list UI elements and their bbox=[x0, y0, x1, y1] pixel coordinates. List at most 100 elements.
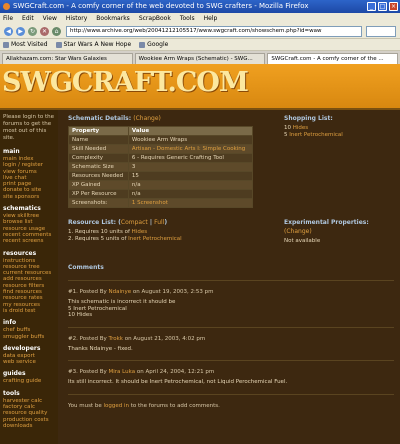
sidebar-heading: info bbox=[3, 319, 17, 327]
sidebar-link[interactable]: downloads bbox=[3, 423, 55, 429]
shopping-item: 10 Hides bbox=[284, 125, 309, 131]
menu-help[interactable]: Help bbox=[204, 13, 218, 24]
resource-link[interactable]: Inert Petrochemical bbox=[289, 132, 343, 138]
property-value: n/a bbox=[127, 189, 254, 199]
shopping-list: Shopping List: 10 Hides 5 Inert Petrochem… bbox=[284, 114, 394, 208]
schematic-change-link[interactable]: (Change) bbox=[133, 115, 161, 122]
login-prompt: Please login to the forums to get the mo… bbox=[3, 114, 55, 141]
reload-icon[interactable]: ↻ bbox=[28, 27, 37, 36]
sidebar-heading: schematics bbox=[3, 205, 41, 213]
bookmark-label: Star Wars A New Hope bbox=[63, 40, 132, 48]
bookmark-item[interactable]: Most Visited bbox=[3, 39, 48, 50]
comment-author-link[interactable]: Ndainye bbox=[109, 289, 132, 295]
sidebar-link[interactable]: is droid test bbox=[3, 308, 55, 314]
login-link[interactable]: logged in bbox=[103, 403, 129, 409]
browser-tab[interactable]: Wookiee Arm Wraps (Schematic) - SWG... bbox=[134, 53, 266, 64]
sidebar: Please login to the forums to get the mo… bbox=[0, 110, 58, 444]
site-banner: SWGCRAFT.COM bbox=[0, 64, 400, 108]
comment-divider bbox=[68, 326, 394, 328]
property-name: Name bbox=[68, 135, 129, 145]
minimize-button[interactable]: _ bbox=[367, 2, 376, 11]
property-name: Schematic Size bbox=[68, 162, 129, 172]
sidebar-link[interactable]: smuggler buffs bbox=[3, 334, 55, 340]
sidebar-heading: tools bbox=[3, 389, 20, 397]
comment: #1. Posted By Ndainye on August 19, 2003… bbox=[68, 289, 394, 328]
comment-body: This schematic is incorrect it should be… bbox=[68, 299, 394, 319]
comment-body: Its still incorrect. It should be Inert … bbox=[68, 379, 394, 386]
experimental-title: Experimental Properties: bbox=[284, 219, 369, 226]
experimental-properties: Experimental Properties: (Change) Not av… bbox=[284, 218, 394, 245]
sidebar-link[interactable]: web service bbox=[3, 359, 55, 365]
menu-history[interactable]: History bbox=[66, 13, 87, 24]
properties-table: Property Value Name Wookiee Arm Wraps Skill… bbox=[68, 126, 254, 208]
search-box[interactable] bbox=[366, 26, 396, 37]
bookmark-label: Most Visited bbox=[11, 40, 48, 48]
property-value: 6 - Requires Generic Crafting Tool bbox=[127, 153, 254, 163]
comments-title: Comments bbox=[68, 264, 104, 271]
property-name: Complexity bbox=[68, 153, 129, 163]
browser-tab[interactable]: SWGCraft.com - A comfy corner of the ... bbox=[267, 53, 399, 64]
bookmark-label: Google bbox=[147, 40, 169, 48]
table-row: Screenshots: 1 Screenshot bbox=[68, 198, 254, 208]
property-value: 15 bbox=[127, 171, 254, 181]
menu-view[interactable]: View bbox=[43, 13, 57, 24]
home-icon[interactable]: ⌂ bbox=[52, 27, 61, 36]
comment-line: Its still incorrect. It should be Inert … bbox=[68, 379, 288, 385]
table-row: Schematic Size 3 bbox=[68, 162, 254, 172]
compact-link[interactable]: Compact bbox=[121, 219, 148, 226]
add-comment-prompt: You must be logged in to the forums to a… bbox=[68, 402, 220, 409]
property-value: n/a bbox=[127, 180, 254, 190]
property-name: Skill Needed bbox=[68, 144, 129, 154]
experimental-change-link[interactable]: (Change) bbox=[284, 228, 312, 235]
maximize-button[interactable]: □ bbox=[378, 2, 387, 11]
comment-header: #1. Posted By Ndainye on August 19, 2003… bbox=[68, 289, 214, 295]
bookmark-item[interactable]: Google bbox=[139, 39, 168, 50]
resource-list-title: Resource List: bbox=[68, 219, 117, 226]
resource-link[interactable]: Inert Petrochemical bbox=[128, 236, 182, 242]
menu-bookmarks[interactable]: Bookmarks bbox=[96, 13, 130, 24]
site-logo[interactable]: SWGCRAFT.COM bbox=[2, 67, 249, 98]
sidebar-link[interactable]: production costs bbox=[3, 417, 55, 423]
property-value[interactable]: Artisan - Domestic Arts I: Simple Cookin… bbox=[127, 144, 254, 154]
comment-divider bbox=[68, 360, 394, 361]
forward-icon[interactable]: ▶ bbox=[16, 27, 25, 36]
stop-icon[interactable]: ✕ bbox=[40, 27, 49, 36]
sidebar-link[interactable]: crafting guide bbox=[3, 378, 55, 384]
property-name: XP Gained bbox=[68, 180, 129, 190]
table-row: Name Wookiee Arm Wraps bbox=[68, 135, 254, 145]
navigation-toolbar: ◀ ▶ ↻ ✕ ⌂ http://www.archive.org/web/200… bbox=[0, 24, 400, 39]
menu-scrapbook[interactable]: ScrapBook bbox=[139, 13, 171, 24]
bookmark-item[interactable]: Star Wars A New Hope bbox=[55, 39, 132, 50]
menu-tools[interactable]: Tools bbox=[180, 13, 195, 24]
menu-edit[interactable]: Edit bbox=[22, 13, 34, 24]
close-button[interactable]: × bbox=[389, 2, 398, 11]
window-title: SWGCraft.com - A comfy corner of the web… bbox=[13, 2, 309, 10]
property-value[interactable]: 1 Screenshot bbox=[127, 198, 254, 208]
menu-file[interactable]: File bbox=[3, 13, 13, 24]
table-row: Skill Needed Artisan - Domestic Arts I: S… bbox=[68, 144, 254, 154]
sidebar-link[interactable]: resource quality bbox=[3, 410, 55, 416]
resource-link[interactable]: Hides bbox=[293, 125, 308, 131]
table-row: Complexity 6 - Requires Generic Crafting … bbox=[68, 153, 254, 163]
address-bar[interactable]: http://www.archive.org/web/2004121210551… bbox=[66, 26, 362, 37]
tab-bar: Allakhazam.com: Star Wars Galaxies Wookie… bbox=[0, 51, 400, 64]
experimental-value: Not available bbox=[284, 238, 321, 244]
resource-item: 1. Requires 10 units of Hides bbox=[68, 229, 148, 235]
sidebar-heading: resources bbox=[3, 249, 37, 257]
comment-author-link[interactable]: Trokk bbox=[109, 336, 123, 342]
resource-item: 2. Requires 5 units of Inert Petrochemic… bbox=[68, 236, 182, 242]
sidebar-heading: guides bbox=[3, 370, 26, 378]
comment-author-link[interactable]: Mira Luka bbox=[109, 369, 136, 375]
sidebar-link[interactable]: recent screens bbox=[3, 238, 55, 244]
resource-link[interactable]: Hides bbox=[132, 229, 147, 235]
firefox-icon bbox=[3, 3, 10, 10]
table-row: XP Gained n/a bbox=[68, 180, 254, 190]
back-icon[interactable]: ◀ bbox=[4, 27, 13, 36]
comment-header: #2. Posted By Trokk on August 21, 2003, … bbox=[68, 335, 206, 342]
sidebar-link[interactable]: site sponsors bbox=[3, 194, 55, 200]
browser-tab[interactable]: Allakhazam.com: Star Wars Galaxies bbox=[2, 53, 133, 64]
bookmark-icon bbox=[55, 41, 62, 48]
bookmark-icon bbox=[3, 41, 9, 48]
sidebar-heading: main bbox=[3, 148, 20, 155]
full-link[interactable]: Full bbox=[154, 219, 164, 226]
